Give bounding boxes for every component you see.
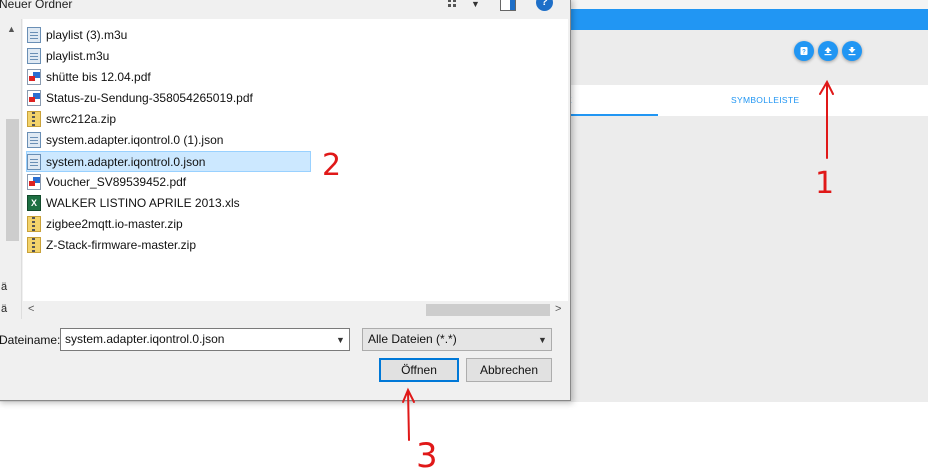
arrow-1 [819,79,834,159]
annotation-step-3: 3 [416,436,438,476]
annotation-step-2: 2 [322,148,342,183]
annotation-layer [402,79,834,441]
annotation-step-1: 1 [815,166,835,201]
arrow-3 [402,387,415,441]
